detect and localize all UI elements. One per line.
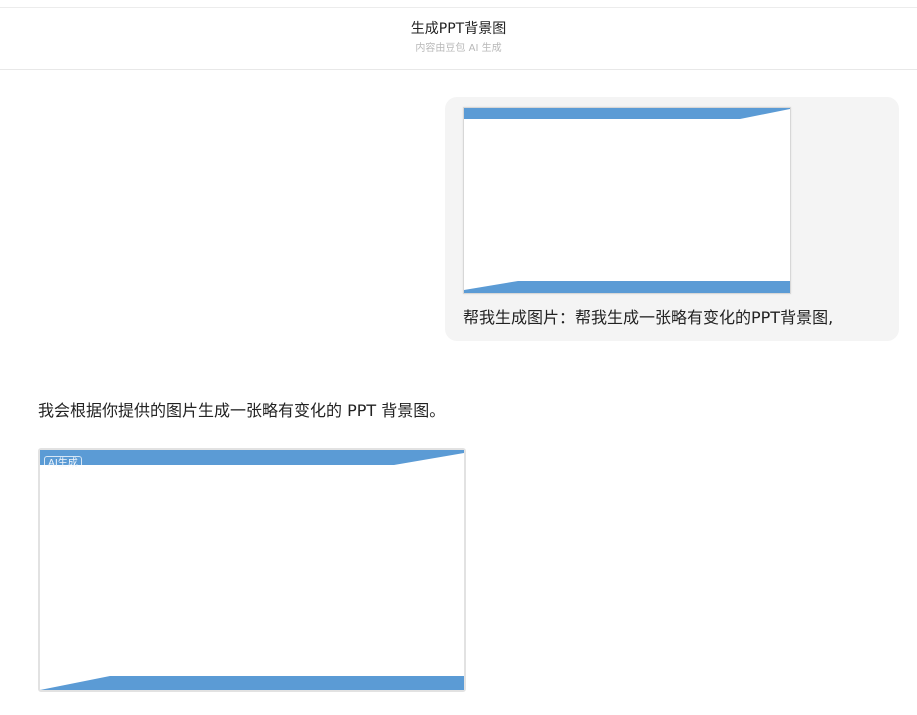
ai-generated-badge: AI生成 [44,456,82,472]
user-message-bubble: 帮我生成图片：帮我生成一张略有变化的PPT背景图, [445,97,899,341]
user-message-text: 帮我生成图片：帮我生成一张略有变化的PPT背景图, [463,308,834,327]
generated-image[interactable]: AI生成 [38,448,466,692]
uploaded-image-thumbnail[interactable] [463,107,791,294]
bottom-blue-band [40,676,464,690]
page-title: 生成PPT背景图 [410,21,507,37]
bottom-blue-band [464,281,790,293]
slide-background-preview [464,108,790,293]
chat-header: 生成PPT背景图 内容由豆包 AI 生成 [0,8,917,70]
generated-slide-background [40,450,464,690]
top-blue-band [464,108,790,119]
chat-page: 生成PPT背景图 内容由豆包 AI 生成 帮我生成图片：帮我生成一张略有变化的P… [0,0,917,715]
ai-disclaimer: 内容由豆包 AI 生成 [415,43,502,54]
top-blue-band [40,450,464,465]
assistant-message-text: 我会根据你提供的图片生成一张略有变化的 PPT 背景图。 [38,401,446,420]
